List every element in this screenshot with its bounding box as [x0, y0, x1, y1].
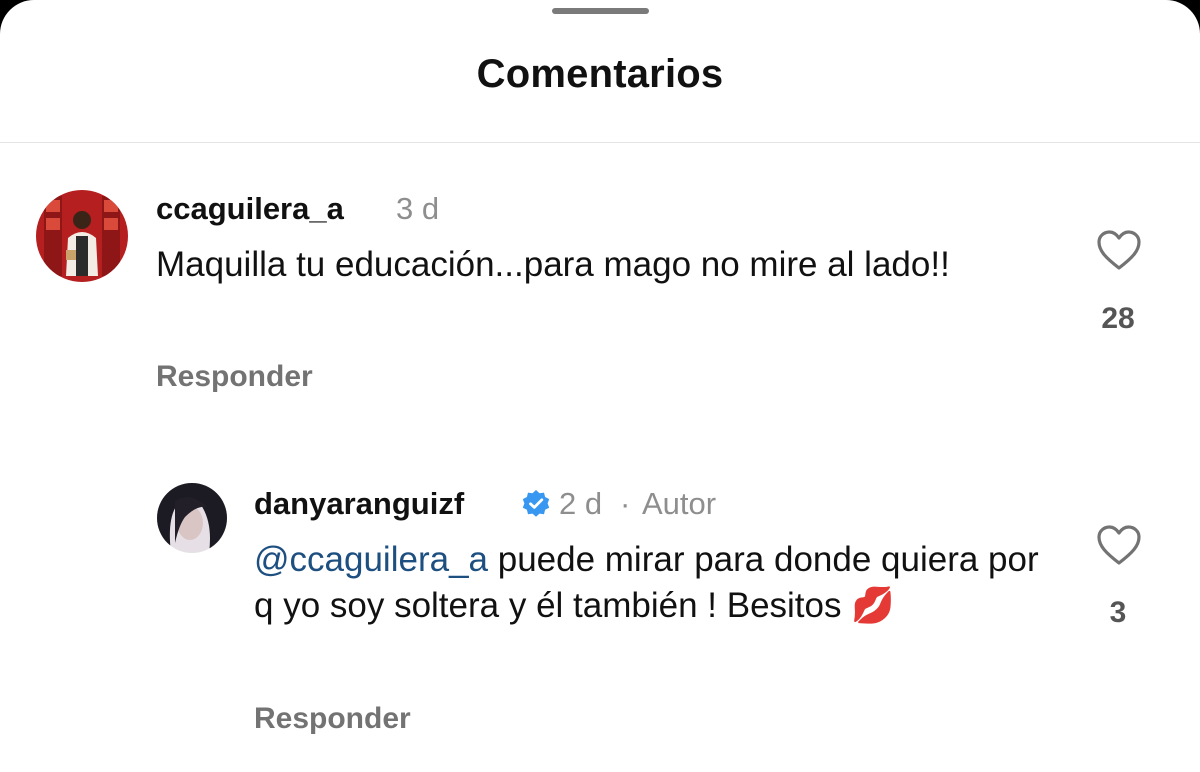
avatar[interactable]: [157, 483, 227, 553]
heart-outline-icon[interactable]: [1096, 229, 1142, 276]
like-count: 3: [1109, 596, 1127, 629]
header-divider: [0, 142, 1200, 143]
sheet-title: Comentarios: [476, 52, 724, 96]
meta-separator: ·: [620, 486, 631, 521]
mention-link[interactable]: @ccaguilera_a: [254, 540, 488, 579]
avatar[interactable]: [36, 190, 128, 282]
reply-button[interactable]: Responder: [254, 702, 411, 736]
comment-timestamp: 3 d: [396, 191, 440, 226]
reply-username[interactable]: danyaranguizf: [254, 486, 464, 522]
comment-username[interactable]: ccaguilera_a: [156, 191, 344, 227]
like-count: 28: [1101, 302, 1135, 335]
reply-timestamp: 2 d: [559, 486, 603, 521]
reply-button[interactable]: Responder: [156, 360, 313, 394]
reply-text: @ccaguilera_a puede mirar para donde qui…: [254, 537, 1054, 629]
comments-sheet: Comentarios ccaguilera_a 3 d Maquilla tu…: [0, 0, 1200, 772]
comment-text: Maquilla tu educación...para mago no mir…: [156, 245, 950, 284]
sheet-grabber-handle[interactable]: [552, 8, 649, 14]
verified-badge-icon: [521, 489, 551, 524]
heart-outline-icon[interactable]: [1096, 524, 1142, 571]
author-tag: Autor: [642, 486, 717, 521]
